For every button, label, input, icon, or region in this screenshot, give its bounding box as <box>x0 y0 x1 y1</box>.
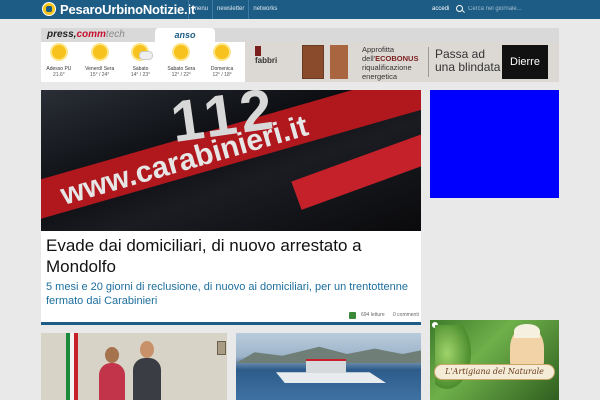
weather-widget: Adesso PU 21.6° Venerdì Sera 15° / 24° S… <box>41 42 245 82</box>
dierre-logo: Dierre <box>502 45 548 79</box>
ad-line: riqualificazione <box>362 63 412 72</box>
top-bar: PesaroUrbinoNotizie.it menu newsletter n… <box>0 0 600 19</box>
login-link[interactable]: accedi <box>432 0 449 19</box>
like-icon[interactable] <box>349 312 356 319</box>
door-image <box>302 45 324 79</box>
sun-icon <box>215 45 230 59</box>
presscomm-logo[interactable]: press,commtech <box>47 29 125 40</box>
boat-cabin <box>306 359 346 373</box>
fabbri-logo: fabbri <box>255 56 278 65</box>
brand-press: press, <box>47 29 77 40</box>
weather-day: Domenica 12° / 18° <box>204 42 240 82</box>
ad-slogan-line: una blindata <box>435 60 501 74</box>
weather-temp: 12° / 22° <box>171 72 191 78</box>
comments-link[interactable]: 0 commenti <box>393 312 419 318</box>
article-summary[interactable]: 5 mesi e 20 giorni di reclusione, di nuo… <box>46 280 416 308</box>
site-title[interactable]: PesaroUrbinoNotizie.it <box>60 2 195 17</box>
blue-ad-slot[interactable] <box>430 90 559 198</box>
person-image <box>99 363 125 400</box>
person-image <box>133 358 161 400</box>
brand-comm: comm <box>76 29 106 40</box>
article-thumbnail[interactable] <box>41 333 227 400</box>
article-thumbnail[interactable] <box>236 333 421 400</box>
article-image[interactable]: 112 www.carabinieri.it <box>41 90 421 231</box>
ad-line: energetica <box>362 72 398 81</box>
site-logo-icon[interactable] <box>42 2 56 16</box>
person-head <box>105 347 119 363</box>
nav-newsletter[interactable]: newsletter <box>212 0 248 19</box>
main-article[interactable]: 112 www.carabinieri.it Evade dai domicil… <box>41 90 421 325</box>
ad-divider <box>428 47 429 77</box>
sun-icon <box>92 45 107 59</box>
fabbri-ad-banner[interactable]: fabbri Approfitta dell'ECOBONUS riqualif… <box>245 42 559 82</box>
weather-day: Venerdì Sera 15° / 24° <box>82 42 118 82</box>
person-head <box>140 341 154 358</box>
top-nav: menu newsletter networks <box>188 0 281 19</box>
artigiana-ad[interactable]: L'Artigiana del Naturale <box>430 320 559 400</box>
leaves-image <box>435 325 475 395</box>
ad-line: Approfitta <box>362 45 395 54</box>
weather-temp: 21.6° <box>53 72 65 78</box>
ad-slogan: Passa ad una blindata <box>435 48 500 74</box>
weather-temp: 12° / 18° <box>212 72 232 78</box>
artigiana-banner-text: L'Artigiana del Naturale <box>434 364 555 380</box>
fabbri-logo-icon <box>255 46 261 56</box>
weather-temp: 14° / 23° <box>130 72 151 78</box>
search-icon[interactable] <box>456 5 463 12</box>
sun-cloud-icon <box>133 45 154 60</box>
weather-day: Adesso PU 21.6° <box>41 42 77 82</box>
ad-line: dell'ECOBONUS <box>362 54 418 63</box>
italian-flag <box>66 333 78 400</box>
nav-menu[interactable]: menu <box>188 0 212 19</box>
ad-line-prefix: dell' <box>362 54 376 63</box>
sun-icon <box>51 45 66 59</box>
wall-picture <box>217 341 226 355</box>
nav-networks[interactable]: networks <box>248 0 281 19</box>
weather-day: Sabato 14° / 23° <box>123 42 159 82</box>
weather-temp: 15° / 24° <box>90 72 110 78</box>
ad-line-bold: ECOBONUS <box>375 54 419 63</box>
anso-tab[interactable]: anso <box>155 28 215 42</box>
weather-day: Sabato Sera 12° / 22° <box>163 42 199 82</box>
search-input[interactable] <box>468 2 596 16</box>
article-title[interactable]: Evade dai domiciliari, di nuovo arrestat… <box>46 235 416 277</box>
weather-header: press,commtech anso <box>41 28 559 42</box>
sun-icon <box>174 45 189 59</box>
brand-tech: tech <box>105 29 125 40</box>
door-image <box>330 45 348 79</box>
ecobonus-text: Approfitta dell'ECOBONUS riqualificazion… <box>362 45 418 81</box>
likes-count: 694 letture <box>361 312 385 318</box>
